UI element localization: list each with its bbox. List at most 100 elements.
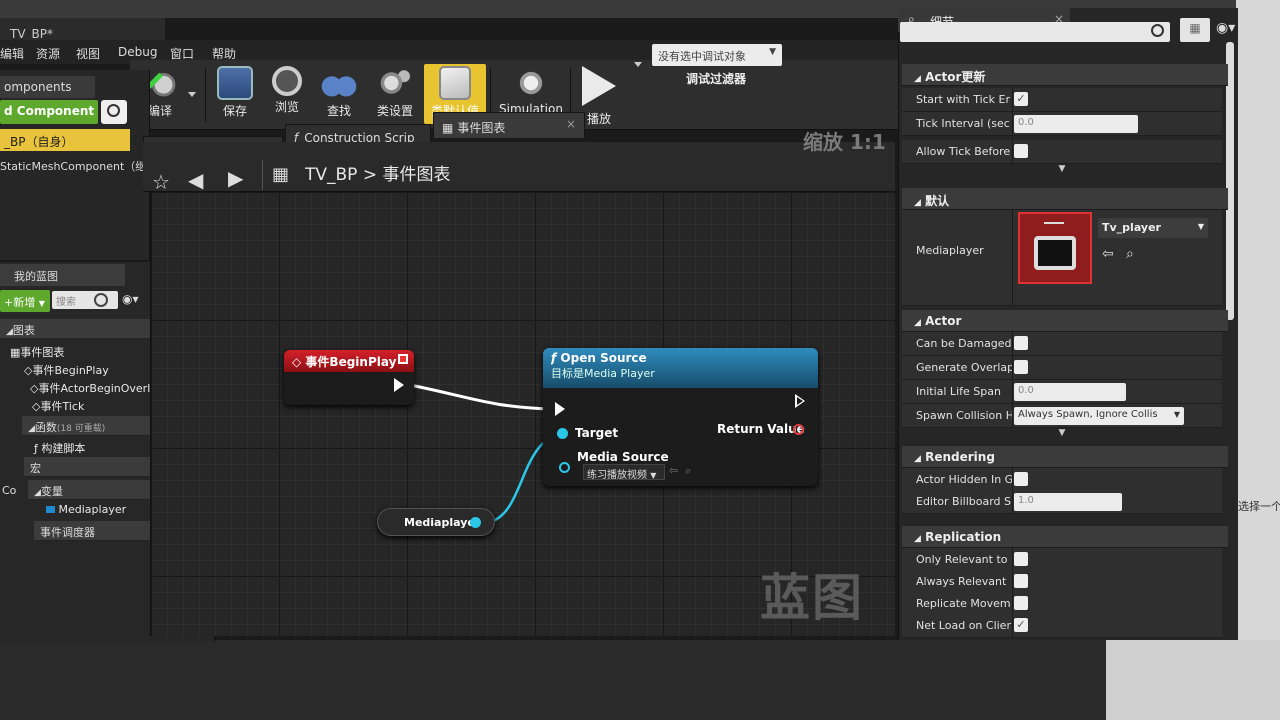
exec-out-pin[interactable] xyxy=(795,394,805,408)
menu-asset[interactable]: 资源 xyxy=(36,45,60,62)
my-blueprint-tab[interactable]: 我的蓝图 xyxy=(0,264,125,286)
mediaplayer-asset-dropdown[interactable]: Tv_player ▼ xyxy=(1098,218,1208,238)
category-actor[interactable]: ◢ Actor xyxy=(902,310,1228,332)
event-diamond-icon: ◇ xyxy=(292,355,302,369)
browse-button[interactable]: 浏览 xyxy=(264,64,310,124)
search-icon[interactable] xyxy=(94,293,108,307)
checkbox[interactable] xyxy=(1014,336,1028,350)
media-source-value: 练习播放视频 xyxy=(587,470,647,480)
save-button[interactable]: 保存 xyxy=(212,64,258,124)
number-input[interactable]: 0.0 xyxy=(1014,383,1126,401)
class-defaults-icon xyxy=(439,66,471,100)
details-search-input[interactable] xyxy=(900,22,1170,42)
graphs-header: 图表 xyxy=(12,324,35,337)
checkbox[interactable] xyxy=(1014,596,1028,610)
component-mesh-item[interactable]: StaticMeshComponent（继承 xyxy=(0,158,150,174)
checkbox[interactable] xyxy=(1014,144,1028,158)
checkbox[interactable] xyxy=(1014,472,1028,486)
mediaplayer-output-pin[interactable] xyxy=(470,517,481,528)
breadcrumb[interactable]: TV_BP > 事件图表 xyxy=(305,160,451,185)
prop-label: Only Relevant to xyxy=(916,553,1008,566)
return-value-pin[interactable] xyxy=(793,424,804,435)
add-component-button[interactable]: d Component ▼ xyxy=(0,100,98,124)
new-button[interactable]: +新增 ▼ xyxy=(0,290,50,312)
checkbox[interactable] xyxy=(1014,552,1028,566)
background-monitor-bottom xyxy=(1106,640,1280,720)
background-monitor xyxy=(1236,0,1280,720)
event-begin-play-item[interactable]: ◇事件BeginPlay xyxy=(24,362,109,378)
exec-out-pin[interactable] xyxy=(394,378,404,392)
function-icon: ƒ xyxy=(551,351,557,365)
binoculars-icon xyxy=(321,66,357,100)
find-button[interactable]: 查找 xyxy=(316,64,362,124)
construction-script-item[interactable]: ƒ 构建脚本 xyxy=(34,440,85,456)
menu-view[interactable]: 视图 xyxy=(76,45,100,62)
advanced-expander-icon[interactable]: ▼ xyxy=(902,428,1222,442)
target-pin[interactable] xyxy=(557,428,568,439)
checkbox[interactable] xyxy=(1014,360,1028,374)
menu-debug[interactable]: Debug xyxy=(118,45,157,59)
compile-options-arrow-icon[interactable] xyxy=(188,92,196,97)
blueprint-search-input[interactable]: 搜索 xyxy=(52,291,118,309)
variable-type-icon xyxy=(46,506,55,513)
media-source-dropdown[interactable]: 练习播放视频 ▼ xyxy=(583,464,665,480)
view-options-eye-icon[interactable]: ◉▾ xyxy=(122,292,152,308)
category-rendering[interactable]: ◢ Rendering xyxy=(902,446,1228,468)
category-actor-tick[interactable]: ◢ Actor更新 xyxy=(902,64,1228,86)
search-placeholder: 搜索 xyxy=(56,297,76,308)
prop-mediaplayer: Mediaplayer Tv_player ▼ ⇦ ⌕ xyxy=(902,210,1222,306)
category-header: Replication xyxy=(925,530,1002,544)
component-search-button[interactable] xyxy=(101,100,127,124)
browse-search-icon[interactable]: ⌕ xyxy=(685,464,691,478)
back-arrow-icon[interactable]: ◀ xyxy=(188,168,203,192)
begin-play-title: 事件BeginPlay xyxy=(305,355,397,369)
number-value: 1.0 xyxy=(1018,495,1034,506)
category-replication[interactable]: ◢ Replication xyxy=(902,526,1228,548)
view-options-eye-icon[interactable]: ◉▾ xyxy=(1216,20,1235,36)
mediaplayer-variable-node[interactable]: Mediaplayer xyxy=(377,508,495,536)
begin-play-node[interactable]: ◇ 事件BeginPlay xyxy=(284,350,414,405)
debug-object-dropdown[interactable]: 没有选中调试对象 ▼ xyxy=(652,44,782,66)
browse-search-icon[interactable]: ⌕ xyxy=(1126,246,1134,262)
component-self-label: _BP（自身） xyxy=(4,135,74,149)
property-matrix-button[interactable]: ▦ xyxy=(1180,18,1210,42)
tab-event-graph[interactable]: ▦ 事件图表 × xyxy=(433,112,585,138)
open-source-node[interactable]: ƒ Open Source 目标是Media Player Target Ret… xyxy=(543,348,818,486)
number-input[interactable]: 0.0 xyxy=(1014,115,1138,133)
exec-in-pin[interactable] xyxy=(555,402,565,416)
breadcrumb-root[interactable]: TV_BP xyxy=(305,165,357,185)
component-self-item[interactable]: _BP（自身） xyxy=(0,129,130,151)
delegate-pin-icon[interactable] xyxy=(398,354,408,364)
media-source-pin[interactable] xyxy=(559,462,570,473)
category-default[interactable]: ◢ 默认 xyxy=(902,188,1228,210)
class-settings-button[interactable]: 类设置 xyxy=(370,64,420,124)
tv-asset-thumbnail-icon[interactable] xyxy=(1018,212,1092,284)
collapsed-panel-label[interactable]: Co xyxy=(2,484,16,497)
event-graph-item[interactable]: ▦事件图表 xyxy=(10,344,64,360)
dropdown-arrow-icon: ▼ xyxy=(650,471,657,480)
prop-label: Net Load on Clier xyxy=(916,619,1011,632)
use-selected-arrow-icon[interactable]: ⇦ xyxy=(1102,246,1114,262)
menu-edit[interactable]: 编辑 xyxy=(0,45,24,62)
category-header: Actor更新 xyxy=(925,70,986,84)
breadcrumb-separator xyxy=(262,160,263,190)
event-actor-begin-overlap-item[interactable]: ◇事件ActorBeginOverlap xyxy=(30,380,164,396)
media-source-label: Media Source xyxy=(577,450,669,464)
forward-arrow-icon[interactable]: ▶ xyxy=(228,166,243,190)
favorite-star-icon[interactable]: ☆ xyxy=(152,170,170,194)
components-tab[interactable]: omponents xyxy=(0,76,95,98)
advanced-expander-icon[interactable]: ▼ xyxy=(902,164,1222,178)
simulation-gear-icon xyxy=(513,66,549,100)
spawn-collision-dropdown[interactable]: Always Spawn, Ignore Collis ▼ xyxy=(1014,407,1184,425)
checkbox[interactable] xyxy=(1014,574,1028,588)
play-options-arrow-icon[interactable] xyxy=(634,62,642,67)
collapse-arrow-icon: ◢ xyxy=(914,534,921,544)
event-tick-item[interactable]: ◇事件Tick xyxy=(32,398,84,414)
checkbox[interactable]: ✓ xyxy=(1014,92,1028,106)
variables-header: 变量 xyxy=(40,485,63,498)
close-icon[interactable]: × xyxy=(566,117,576,131)
checkbox[interactable]: ✓ xyxy=(1014,618,1028,632)
number-input[interactable]: 1.0 xyxy=(1014,493,1122,511)
target-pin-label: Target xyxy=(575,426,619,440)
use-asset-arrow-icon[interactable]: ⇦ xyxy=(669,464,678,477)
